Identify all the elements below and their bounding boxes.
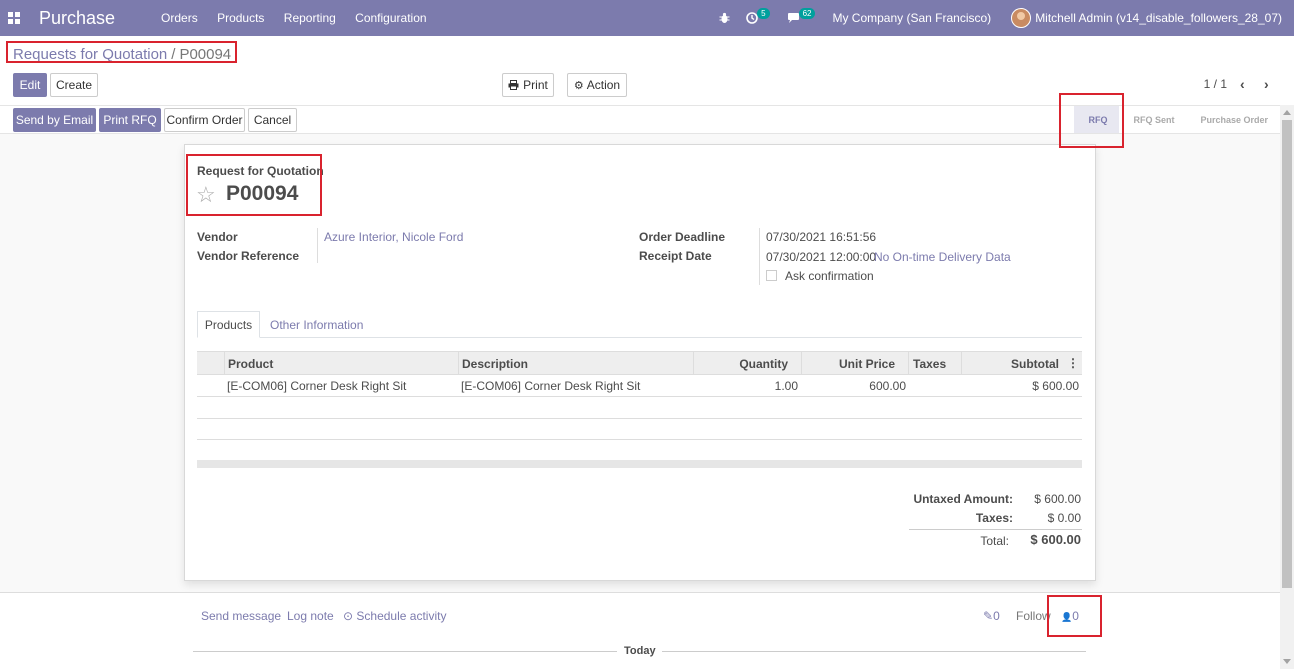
totals-divider xyxy=(909,529,1082,530)
order-lines-header: Product Description Quantity Unit Price … xyxy=(197,351,1082,375)
send-message-button[interactable]: Send message xyxy=(201,609,281,623)
pager-value[interactable]: 1 / 1 xyxy=(1204,77,1227,91)
top-navbar: Purchase Orders Products Reporting Confi… xyxy=(0,0,1294,36)
taxes-value: $ 0.00 xyxy=(1047,511,1081,525)
scrollbar-thumb[interactable] xyxy=(1282,120,1292,588)
ask-confirmation-checkbox[interactable] xyxy=(766,270,777,281)
total-label: Total: xyxy=(980,534,1009,548)
order-lines-footer xyxy=(197,460,1082,468)
order-deadline-label: Order Deadline xyxy=(639,230,726,244)
attachments-count: 0 xyxy=(993,609,1000,623)
column-separator xyxy=(693,352,694,374)
column-header-product[interactable]: Product xyxy=(228,357,273,371)
menu-item-products[interactable]: Products xyxy=(217,11,264,25)
field-divider xyxy=(759,228,760,285)
pager-next-icon[interactable]: › xyxy=(1264,76,1269,92)
vendor-reference-label: Vendor Reference xyxy=(197,249,300,263)
column-separator xyxy=(961,352,962,374)
column-header-subtotal[interactable]: Subtotal xyxy=(1011,357,1059,371)
untaxed-amount-label: Untaxed Amount: xyxy=(913,492,1013,506)
ask-confirmation-label: Ask confirmation xyxy=(785,269,874,283)
receipt-date-field[interactable]: 07/30/2021 12:00:00 xyxy=(766,250,876,264)
debug-bug-icon[interactable] xyxy=(719,12,730,24)
column-separator xyxy=(908,352,909,374)
cell-subtotal[interactable]: $ 600.00 xyxy=(1032,379,1079,393)
column-separator xyxy=(458,352,459,374)
column-separator xyxy=(801,352,802,374)
receipt-date-label: Receipt Date xyxy=(639,249,712,263)
cell-quantity[interactable]: 1.00 xyxy=(775,379,798,393)
print-button-label: Print xyxy=(523,78,548,92)
tab-products[interactable]: Products xyxy=(197,311,260,338)
print-rfq-button[interactable]: Print RFQ xyxy=(99,108,161,132)
message-count-badge: 62 xyxy=(798,7,816,19)
highlight-box-followers xyxy=(1047,595,1102,637)
action-button-label: Action xyxy=(586,78,621,92)
main-menu: Orders Products Reporting Configuration xyxy=(161,11,443,25)
scroll-down-arrow-icon[interactable] xyxy=(1283,659,1291,664)
untaxed-amount-value: $ 600.00 xyxy=(1034,492,1081,506)
menu-item-configuration[interactable]: Configuration xyxy=(355,11,426,25)
highlight-box-status-rfq xyxy=(1059,93,1124,148)
today-divider-right xyxy=(662,651,1086,652)
vendor-label: Vendor xyxy=(197,230,238,244)
cell-unit-price[interactable]: 600.00 xyxy=(869,379,906,393)
action-button[interactable]: ⚙ Action xyxy=(567,73,627,97)
tabs-underline xyxy=(197,337,1082,338)
attachments-button[interactable]: ✎0 xyxy=(983,609,1000,623)
follow-button[interactable]: Follow xyxy=(1016,609,1051,623)
column-header-unit-price[interactable]: Unit Price xyxy=(839,357,895,371)
table-row-divider xyxy=(197,439,1082,440)
column-header-description[interactable]: Description xyxy=(462,357,528,371)
cell-product[interactable]: [E-COM06] Corner Desk Right Sit xyxy=(227,379,406,393)
messages-chat-icon[interactable]: 62 xyxy=(787,7,817,24)
on-time-delivery-link[interactable]: No On-time Delivery Data xyxy=(874,250,1011,264)
navbar-systray: 5 62 My Company (San Francisco) Mitchell… xyxy=(703,0,1282,36)
activity-count-badge: 5 xyxy=(757,7,770,19)
print-button[interactable]: Print xyxy=(502,73,554,97)
pager-previous-icon[interactable]: ‹ xyxy=(1240,76,1245,92)
cell-description[interactable]: [E-COM06] Corner Desk Right Sit xyxy=(461,379,640,393)
confirm-order-button[interactable]: Confirm Order xyxy=(164,108,245,132)
highlight-box-title xyxy=(186,154,322,216)
tab-other-information[interactable]: Other Information xyxy=(270,318,363,332)
today-divider-left xyxy=(193,651,617,652)
status-step-purchase-order[interactable]: Purchase Order xyxy=(1186,106,1280,133)
apps-menu-icon[interactable] xyxy=(8,12,20,24)
scroll-up-arrow-icon[interactable] xyxy=(1283,110,1291,115)
user-menu[interactable]: Mitchell Admin (v14_disable_followers_28… xyxy=(1035,11,1282,25)
cancel-button[interactable]: Cancel xyxy=(248,108,297,132)
user-avatar[interactable] xyxy=(1011,8,1032,28)
edit-button[interactable]: Edit xyxy=(13,73,47,97)
print-icon xyxy=(508,80,519,90)
clock-icon: ⊙ xyxy=(343,609,354,623)
optional-columns-kebab-icon[interactable]: ⋮ xyxy=(1067,356,1079,370)
gear-icon: ⚙ xyxy=(573,79,584,92)
app-title[interactable]: Purchase xyxy=(39,8,115,29)
column-header-taxes[interactable]: Taxes xyxy=(913,357,946,371)
highlight-box-breadcrumb xyxy=(6,41,237,63)
activity-clock-icon[interactable]: 5 xyxy=(746,7,770,24)
schedule-activity-label: Schedule activity xyxy=(356,609,447,623)
total-value: $ 600.00 xyxy=(1030,532,1081,547)
create-button[interactable]: Create xyxy=(50,73,98,97)
schedule-activity-button[interactable]: ⊙ Schedule activity xyxy=(343,609,446,623)
paperclip-icon: ✎ xyxy=(983,609,994,623)
today-separator-label: Today xyxy=(624,645,656,657)
menu-item-orders[interactable]: Orders xyxy=(161,11,198,25)
column-header-quantity[interactable]: Quantity xyxy=(739,357,788,371)
send-by-email-button[interactable]: Send by Email xyxy=(13,108,96,132)
company-switcher[interactable]: My Company (San Francisco) xyxy=(832,11,991,25)
taxes-label: Taxes: xyxy=(975,511,1013,525)
status-step-rfq-sent[interactable]: RFQ Sent xyxy=(1119,106,1186,133)
page-scrollbar[interactable] xyxy=(1280,105,1294,669)
log-note-button[interactable]: Log note xyxy=(287,609,334,623)
table-row-divider xyxy=(197,418,1082,419)
menu-item-reporting[interactable]: Reporting xyxy=(284,11,336,25)
field-divider xyxy=(317,228,318,263)
column-separator xyxy=(224,352,225,374)
table-row-divider xyxy=(197,396,1082,397)
vendor-field[interactable]: Azure Interior, Nicole Ford xyxy=(324,230,463,244)
order-deadline-field[interactable]: 07/30/2021 16:51:56 xyxy=(766,230,876,244)
